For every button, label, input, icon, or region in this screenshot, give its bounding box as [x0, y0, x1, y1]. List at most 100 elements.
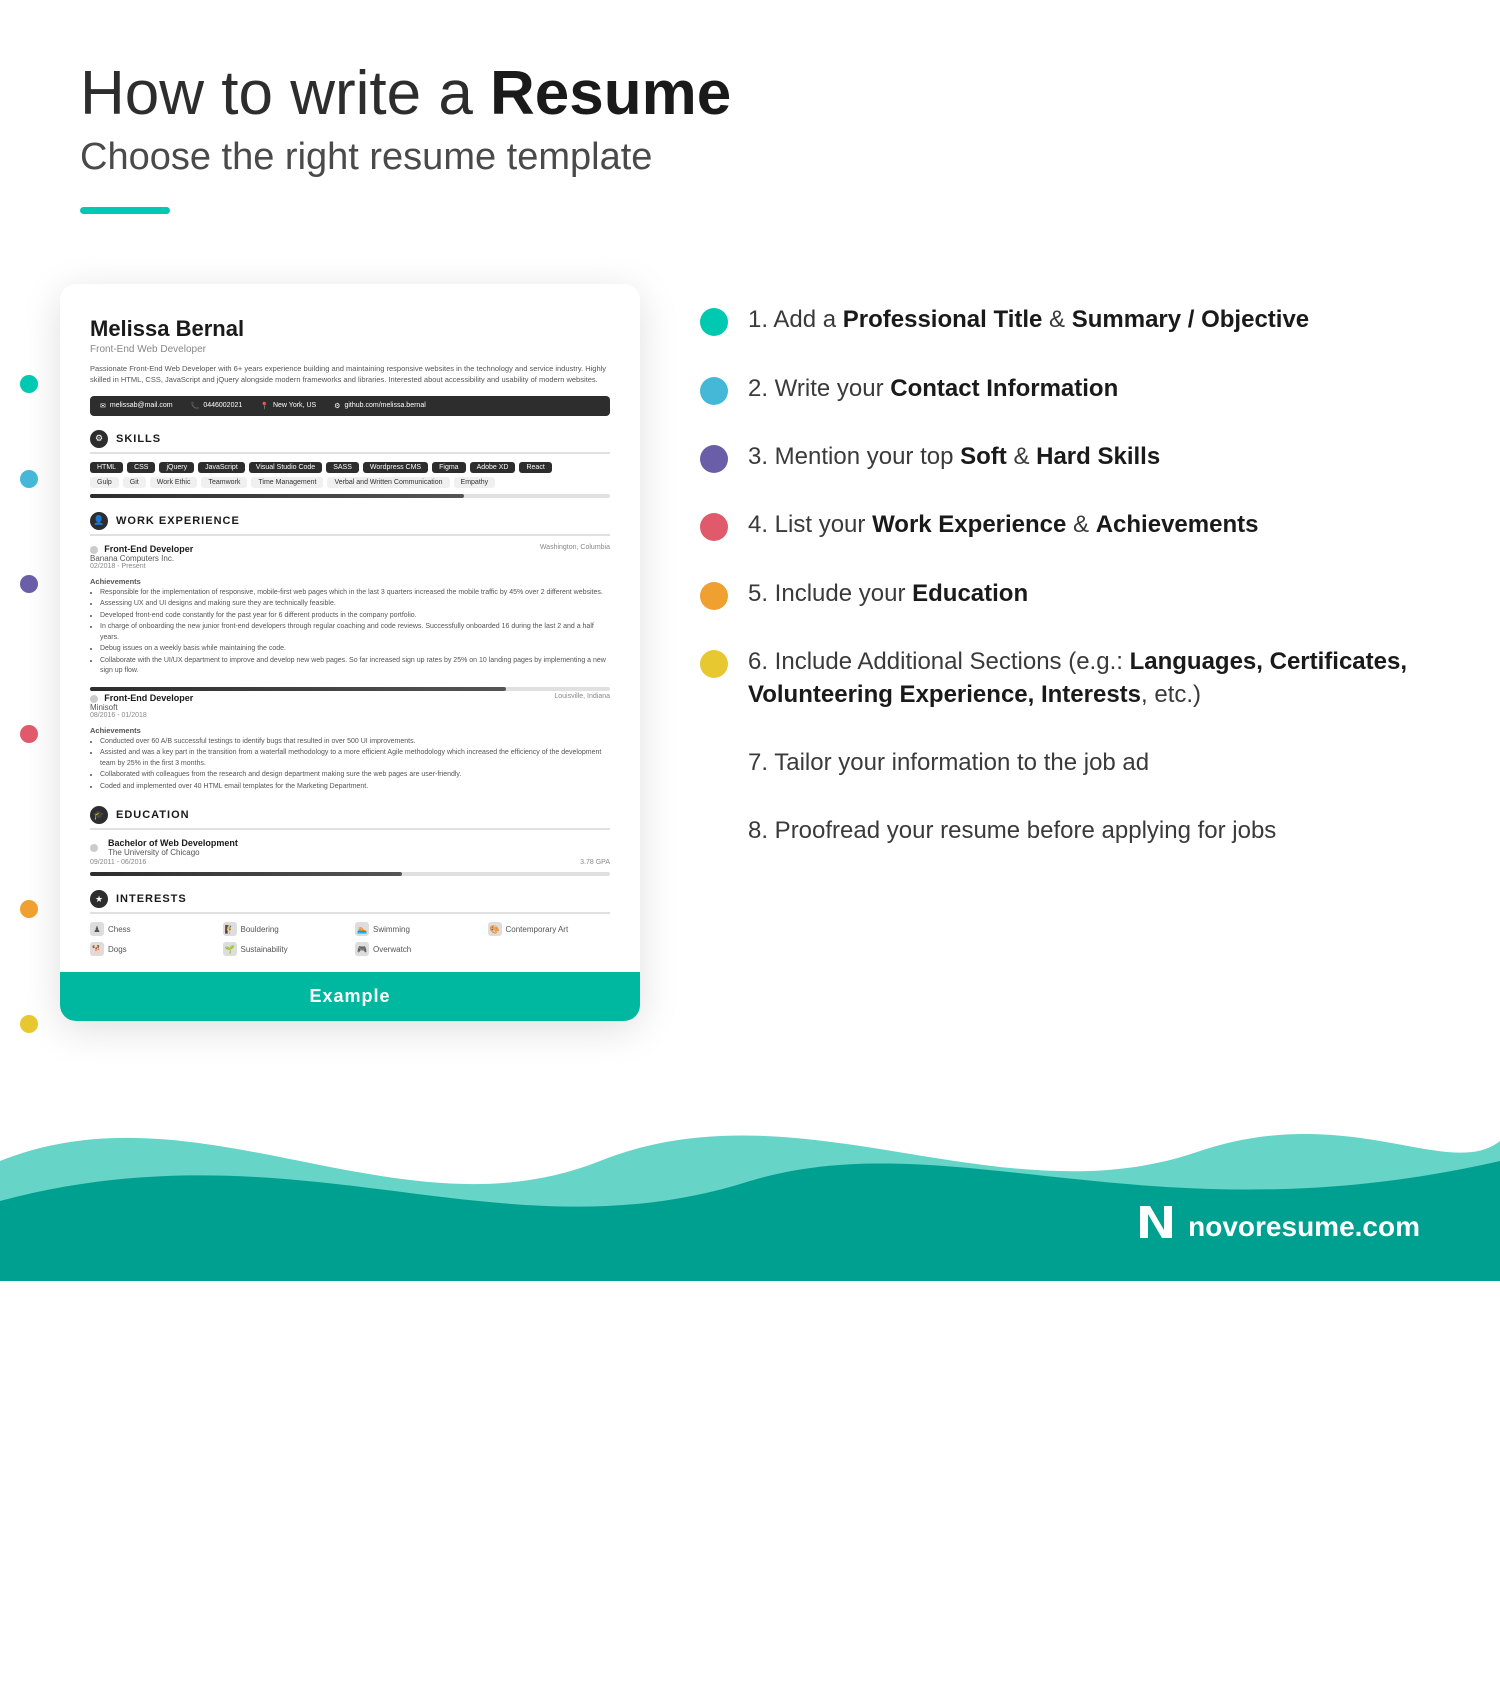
interests-icon: ★: [90, 890, 108, 908]
skill-tag: Teamwork: [201, 477, 247, 488]
skill-tag: Visual Studio Code: [249, 462, 322, 473]
branding: novoresume.com: [1136, 1202, 1420, 1251]
tips-list: 1. Add a Professional Title & Summary / …: [700, 284, 1440, 884]
dot-3: [20, 575, 38, 593]
work-experience-section: 👤 WORK EXPERIENCE Front-End Developer Ba…: [90, 512, 610, 793]
work-section-title: WORK EXPERIENCE: [116, 515, 240, 527]
skills-row-1: HTMLCSSjQueryJavaScriptVisual Studio Cod…: [90, 462, 610, 473]
achievements-label: Achievements: [90, 726, 610, 735]
tip-item-7: 7. Tailor your information to the job ad: [700, 747, 1440, 779]
interests-section: ★ INTERESTS ♟Chess🧗Bouldering🏊Swimming🎨C…: [90, 890, 610, 956]
contact-email: ✉ melissab@mail.com: [100, 402, 173, 410]
skill-tag: JavaScript: [198, 462, 245, 473]
brand-text: novoresume.com: [1188, 1211, 1420, 1243]
dot-4: [20, 725, 38, 743]
job-date: 08/2016 - 01/2018: [90, 712, 554, 719]
phone-value: 0446002021: [203, 402, 242, 409]
interest-label: Overwatch: [373, 945, 411, 954]
skills-progress-bar: [90, 494, 610, 498]
bullet-list: Responsible for the implementation of re…: [90, 588, 610, 677]
skill-tag: CSS: [127, 462, 155, 473]
skills-section: ⚙ SKILLS HTMLCSSjQueryJavaScriptVisual S…: [90, 430, 610, 498]
bullet-item: Conducted over 60 A/B successful testing…: [100, 737, 610, 748]
location-icon: 📍: [260, 402, 269, 410]
header-divider: [80, 207, 170, 214]
skills-section-header: ⚙ SKILLS: [90, 430, 610, 454]
example-label: Example: [74, 986, 626, 1007]
edu-degree: Bachelor of Web Development: [108, 838, 238, 848]
github-value: github.com/melissa.bernal: [344, 402, 425, 409]
job-location: Louisville, Indiana: [554, 693, 610, 700]
interest-label: Dogs: [108, 945, 127, 954]
edu-progress-fill: [90, 872, 402, 876]
resume-job-title: Front-End Web Developer: [90, 344, 610, 355]
skill-tag: Gulp: [90, 477, 119, 488]
job-location: Washington, Columbia: [540, 544, 610, 551]
edu-date: 09/2011 - 06/2016: [90, 859, 146, 866]
bullet-item: Assessing UX and UI designs and making s…: [100, 599, 610, 610]
github-icon: ⚙: [334, 402, 340, 410]
edu-date-gpa: 09/2011 - 06/2016 3.78 GPA: [90, 859, 610, 866]
tip-item-8: 8. Proofread your resume before applying…: [700, 815, 1440, 847]
edu-progress-bar: [90, 872, 610, 876]
skill-tag: Time Management: [251, 477, 323, 488]
tip-item-1: 1. Add a Professional Title & Summary / …: [700, 304, 1440, 336]
interest-label: Swimming: [373, 925, 410, 934]
dot-5: [20, 900, 38, 918]
tip-dot: [700, 819, 728, 847]
tip-dot: [700, 751, 728, 779]
tip-item-4: 4. List your Work Experience & Achieveme…: [700, 509, 1440, 541]
edu-entry: Bachelor of Web Development The Universi…: [90, 838, 610, 866]
interest-item: 🎮Overwatch: [355, 942, 478, 956]
work-section-header: 👤 WORK EXPERIENCE: [90, 512, 610, 536]
skills-row-2: GulpGitWork EthicTeamworkTime Management…: [90, 477, 610, 488]
resume-header: Melissa Bernal Front-End Web Developer P…: [90, 316, 610, 386]
tip-text: 3. Mention your top Soft & Hard Skills: [748, 441, 1160, 473]
contact-bar: ✉ melissab@mail.com 📞 0446002021 📍 New Y…: [90, 396, 610, 416]
edu-icon: 🎓: [90, 806, 108, 824]
skill-tag: jQuery: [159, 462, 194, 473]
skill-tag: Git: [123, 477, 146, 488]
page-title: How to write a Resume: [80, 60, 1420, 128]
edu-gpa: 3.78 GPA: [580, 859, 610, 866]
bullet-list: Conducted over 60 A/B successful testing…: [90, 737, 610, 793]
tip-text: 5. Include your Education: [748, 578, 1028, 610]
tip-dot: [700, 445, 728, 473]
contact-github: ⚙ github.com/melissa.bernal: [334, 402, 426, 410]
interest-item: 🐕 Dogs: [90, 942, 213, 956]
skill-tag: Wordpress CMS: [363, 462, 428, 473]
dot-6: [20, 1015, 38, 1033]
interest-item: 🧗Bouldering: [223, 922, 346, 936]
tip-dot: [700, 308, 728, 336]
skill-tag: Verbal and Written Communication: [327, 477, 449, 488]
example-label-wrapper: Example: [60, 972, 640, 1021]
contact-location: 📍 New York, US: [260, 402, 316, 410]
job-company: Minisoft: [90, 703, 554, 712]
tip-item-6: 6. Include Additional Sections (e.g.: La…: [700, 646, 1440, 711]
bottom-section: novoresume.com: [0, 1061, 1500, 1281]
edu-section-title: EDUCATION: [116, 809, 190, 821]
bullet-item: Collaborated with colleagues from the re…: [100, 770, 610, 781]
bullet-item: In charge of onboarding the new junior f…: [100, 622, 610, 643]
tip-item-3: 3. Mention your top Soft & Hard Skills: [700, 441, 1440, 473]
dot-2: [20, 470, 38, 488]
title-bold: Resume: [490, 59, 731, 128]
header-subtitle: Choose the right resume template: [80, 136, 1420, 179]
tip-text: 8. Proofread your resume before applying…: [748, 815, 1276, 847]
interest-item: ♟Chess: [90, 922, 213, 936]
skills-progress-fill: [90, 494, 464, 498]
jobs-container: Front-End Developer Banana Computers Inc…: [90, 544, 610, 793]
skill-tag: Empathy: [454, 477, 496, 488]
resume-card-wrapper: Melissa Bernal Front-End Web Developer P…: [60, 284, 640, 1021]
interest-icon: 🐕: [90, 942, 104, 956]
bullet-item: Assisted and was a key part in the trans…: [100, 748, 610, 769]
job-entry: Front-End Developer Minisoft 08/2016 - 0…: [90, 693, 610, 793]
interest-icon: 🌱: [223, 942, 237, 956]
skill-tag: React: [519, 462, 551, 473]
interest-item: 🌱Sustainability: [223, 942, 346, 956]
achievements-label: Achievements: [90, 577, 610, 586]
tip-dot: [700, 513, 728, 541]
job-entry: Front-End Developer Banana Computers Inc…: [90, 544, 610, 677]
bullet-item: Debug issues on a weekly basis while mai…: [100, 644, 610, 655]
interests-grid: ♟Chess🧗Bouldering🏊Swimming🎨Contemporary …: [90, 922, 610, 956]
